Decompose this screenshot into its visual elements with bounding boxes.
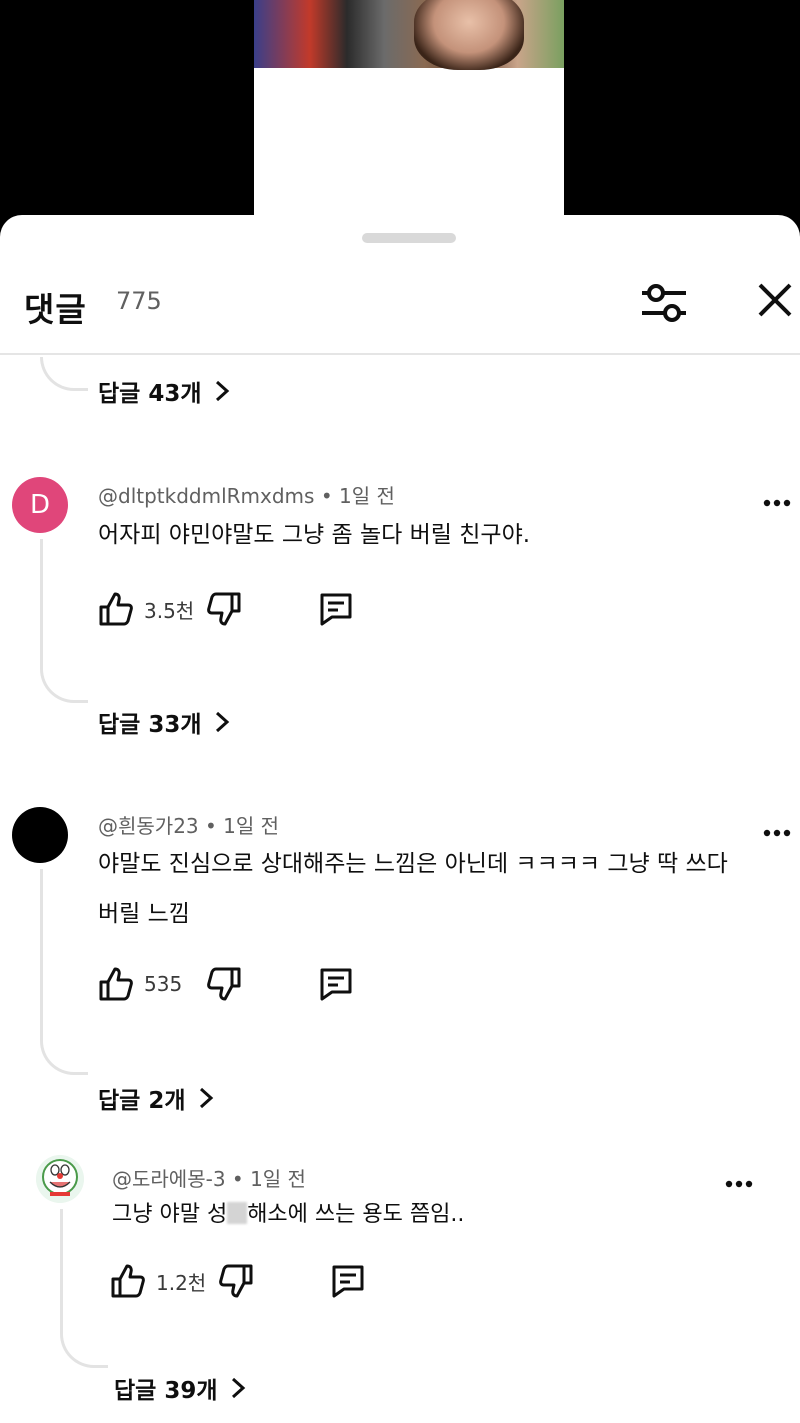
thread-line bbox=[40, 869, 43, 1041]
view-replies-button[interactable]: 답글 2개 bbox=[98, 1081, 214, 1115]
thumbs-down-icon[interactable] bbox=[216, 1261, 256, 1301]
comment-time: 1일 전 bbox=[338, 484, 395, 508]
comment-author[interactable]: @흰동가23 bbox=[98, 814, 199, 838]
view-replies-button[interactable]: 답글 33개 bbox=[98, 705, 230, 739]
thumbs-down-icon[interactable] bbox=[204, 964, 244, 1004]
comment-menu-button[interactable] bbox=[762, 488, 792, 518]
comments-title: 댓글 bbox=[24, 290, 87, 329]
thumbs-up-icon[interactable] bbox=[96, 964, 136, 1004]
comment-menu-button[interactable] bbox=[724, 1169, 754, 1199]
comment-author[interactable]: @도라에몽-3 bbox=[112, 1167, 226, 1191]
like-count: 1.2천 bbox=[156, 1270, 207, 1295]
comment-time: 1일 전 bbox=[223, 814, 280, 838]
comment-text: 그냥 야말 성 해소에 쓰는 용도 쯤임.. bbox=[112, 1202, 465, 1227]
comment-text: 야말도 진심으로 상대해주는 느낌은 아닌데 ㅋㅋㅋㅋ 그냥 딱 쓰다 버릴 느… bbox=[98, 851, 728, 927]
avatar[interactable]: D bbox=[12, 477, 68, 533]
thread-connector bbox=[60, 1334, 108, 1368]
chevron-right-icon bbox=[199, 1087, 213, 1109]
like-count: 3.5천 bbox=[144, 598, 195, 623]
chevron-right-icon bbox=[231, 1377, 245, 1399]
thread-connector bbox=[40, 669, 88, 703]
thumbs-up-icon[interactable] bbox=[108, 1261, 148, 1301]
more-vertical-dots-icon bbox=[763, 499, 791, 507]
comment-actions: 1.2천 bbox=[108, 1259, 368, 1303]
comments-sheet: 댓글 775 답글 43개 D @dltptkddmlRmxdms • 1일 전… bbox=[0, 215, 800, 1423]
avatar-letter: D bbox=[29, 490, 51, 520]
comment-meta: @dltptkddmlRmxdms • 1일 전 bbox=[98, 484, 395, 508]
view-replies-button[interactable]: 답글 43개 bbox=[98, 374, 230, 408]
thread-connector bbox=[40, 357, 88, 391]
replies-label: 답글 43개 bbox=[98, 381, 202, 407]
more-vertical-dots-icon bbox=[725, 1180, 753, 1188]
close-button[interactable] bbox=[752, 277, 800, 325]
replies-label: 답글 39개 bbox=[114, 1378, 218, 1404]
video-thumbnail bbox=[254, 0, 564, 70]
filter-button[interactable] bbox=[636, 275, 692, 331]
doraemon-avatar-icon bbox=[36, 1155, 84, 1203]
comment-time: 1일 전 bbox=[250, 1167, 306, 1191]
censored-blur bbox=[227, 1202, 248, 1224]
thread-line bbox=[60, 1209, 63, 1334]
drag-handle[interactable] bbox=[362, 233, 456, 243]
thread-line bbox=[40, 539, 43, 669]
comment-actions: 535 bbox=[96, 962, 356, 1006]
chevron-right-icon bbox=[215, 380, 229, 402]
avatar[interactable] bbox=[36, 1155, 84, 1203]
video-player[interactable] bbox=[0, 0, 800, 215]
chevron-right-icon bbox=[215, 711, 229, 733]
video-frame bbox=[254, 0, 564, 215]
replies-label: 답글 2개 bbox=[98, 1088, 186, 1114]
replies-label: 답글 33개 bbox=[98, 712, 202, 738]
sliders-icon bbox=[642, 284, 686, 322]
comment-icon[interactable] bbox=[316, 964, 356, 1004]
like-count: 535 bbox=[144, 972, 183, 996]
close-icon bbox=[758, 283, 792, 317]
thumbs-up-icon[interactable] bbox=[96, 589, 136, 629]
comment-icon[interactable] bbox=[328, 1261, 368, 1301]
view-replies-button[interactable]: 답글 39개 bbox=[114, 1371, 246, 1405]
comments-header: 댓글 775 bbox=[0, 265, 800, 355]
comment-meta: @도라에몽-3 • 1일 전 bbox=[112, 1167, 306, 1191]
comment-icon[interactable] bbox=[316, 589, 356, 629]
avatar[interactable] bbox=[12, 807, 68, 863]
thumbs-down-icon[interactable] bbox=[204, 589, 244, 629]
thread-connector bbox=[40, 1041, 88, 1075]
comment-meta: @흰동가23 • 1일 전 bbox=[98, 814, 280, 838]
comment-author[interactable]: @dltptkddmlRmxdms bbox=[98, 484, 314, 508]
comments-count: 775 bbox=[116, 287, 162, 315]
comment-text: 어자피 야민야말도 그냥 좀 놀다 버릴 친구야. bbox=[98, 522, 531, 548]
comment-actions: 3.5천 bbox=[96, 587, 356, 631]
